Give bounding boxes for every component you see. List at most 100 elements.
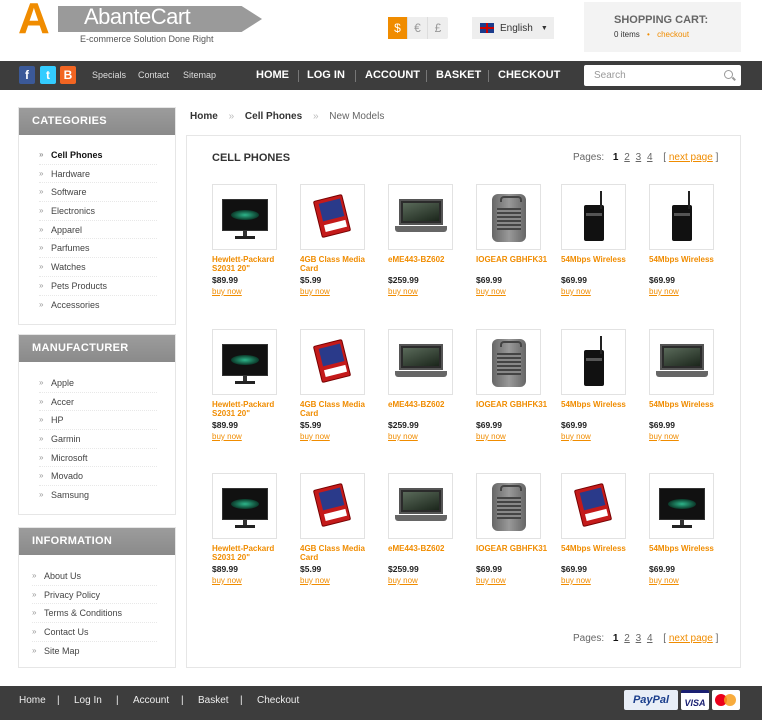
buy-now-link[interactable]: buy now xyxy=(561,287,639,296)
product-name[interactable]: 54Mbps Wireless xyxy=(649,400,727,419)
product-name[interactable]: Hewlett-Packard S2031 20" xyxy=(212,544,290,563)
category-item[interactable]: Parfumes xyxy=(39,239,157,259)
product-name[interactable]: eME443-BZ602 xyxy=(388,255,466,274)
product-thumbnail[interactable] xyxy=(476,473,541,539)
buy-now-link[interactable]: buy now xyxy=(476,432,554,441)
product-name[interactable]: Hewlett-Packard S2031 20" xyxy=(212,255,290,274)
product-name[interactable]: IOGEAR GBHFK31 xyxy=(476,544,554,563)
product-name[interactable]: 4GB Class Media Card xyxy=(300,544,378,563)
footer-basket[interactable]: Basket xyxy=(198,686,229,715)
category-item[interactable]: Electronics xyxy=(39,202,157,221)
breadcrumb-category[interactable]: Cell Phones xyxy=(245,111,302,122)
buy-now-link[interactable]: buy now xyxy=(300,432,378,441)
product-thumbnail[interactable] xyxy=(212,473,277,539)
product-name[interactable]: 54Mbps Wireless xyxy=(649,255,727,274)
manufacturer-item[interactable]: Movado xyxy=(39,467,157,487)
buy-now-link[interactable]: buy now xyxy=(300,287,378,296)
product-thumbnail[interactable] xyxy=(388,329,453,395)
buy-now-link[interactable]: buy now xyxy=(212,287,290,296)
footer-checkout[interactable]: Checkout xyxy=(257,686,299,715)
nav-login[interactable]: LOG IN xyxy=(307,61,345,90)
nav-basket[interactable]: BASKET xyxy=(436,61,481,90)
product-name[interactable]: 54Mbps Wireless xyxy=(561,255,639,274)
page-link[interactable]: 2 xyxy=(624,152,630,163)
nav-checkout[interactable]: CHECKOUT xyxy=(498,61,560,90)
language-selector[interactable]: English ▼ xyxy=(472,17,554,39)
buy-now-link[interactable]: buy now xyxy=(561,432,639,441)
buy-now-link[interactable]: buy now xyxy=(476,576,554,585)
product-thumbnail[interactable] xyxy=(476,184,541,250)
product-name[interactable]: IOGEAR GBHFK31 xyxy=(476,400,554,419)
product-thumbnail[interactable] xyxy=(476,329,541,395)
manufacturer-item[interactable]: Samsung xyxy=(39,486,157,505)
product-thumbnail[interactable] xyxy=(388,184,453,250)
buy-now-link[interactable]: buy now xyxy=(212,432,290,441)
page-link[interactable]: 1 xyxy=(613,633,619,644)
footer-home[interactable]: Home xyxy=(19,686,46,715)
next-page-link[interactable]: next page xyxy=(669,152,713,163)
blogger-icon[interactable]: B xyxy=(60,66,76,84)
product-name[interactable]: 54Mbps Wireless xyxy=(561,400,639,419)
product-thumbnail[interactable] xyxy=(388,473,453,539)
shopping-cart-box[interactable]: SHOPPING CART: 0 items • checkout xyxy=(584,2,741,52)
product-thumbnail[interactable] xyxy=(649,329,714,395)
currency-usd[interactable]: $ xyxy=(388,17,408,39)
product-name[interactable]: IOGEAR GBHFK31 xyxy=(476,255,554,274)
category-item[interactable]: Software xyxy=(39,183,157,203)
page-link[interactable]: 2 xyxy=(624,633,630,644)
information-item[interactable]: Site Map xyxy=(32,642,157,661)
information-item[interactable]: Privacy Policy xyxy=(32,586,157,605)
product-thumbnail[interactable] xyxy=(561,329,626,395)
footer-login[interactable]: Log In xyxy=(74,686,102,715)
next-page-link[interactable]: next page xyxy=(669,633,713,644)
currency-gbp[interactable]: £ xyxy=(428,17,448,39)
product-name[interactable]: 4GB Class Media Card xyxy=(300,255,378,274)
page-link[interactable]: 4 xyxy=(647,633,653,644)
buy-now-link[interactable]: buy now xyxy=(649,287,727,296)
product-thumbnail[interactable] xyxy=(212,329,277,395)
search-input[interactable]: Search xyxy=(584,65,741,86)
product-thumbnail[interactable] xyxy=(300,473,365,539)
manufacturer-item[interactable]: Apple xyxy=(39,374,157,393)
page-link[interactable]: 4 xyxy=(647,152,653,163)
category-item[interactable]: Pets Products xyxy=(39,277,157,296)
page-link[interactable]: 3 xyxy=(636,152,642,163)
category-item[interactable]: Accessories xyxy=(39,296,157,315)
product-thumbnail[interactable] xyxy=(300,329,365,395)
page-link[interactable]: 1 xyxy=(613,152,619,163)
buy-now-link[interactable]: buy now xyxy=(388,576,466,585)
site-logo[interactable]: A AbanteCart E-commerce Solution Done Ri… xyxy=(18,0,262,48)
information-item[interactable]: About Us xyxy=(32,567,157,586)
manufacturer-item[interactable]: Microsoft xyxy=(39,449,157,468)
buy-now-link[interactable]: buy now xyxy=(561,576,639,585)
buy-now-link[interactable]: buy now xyxy=(649,432,727,441)
category-item[interactable]: Apparel xyxy=(39,221,157,240)
product-name[interactable]: eME443-BZ602 xyxy=(388,544,466,563)
buy-now-link[interactable]: buy now xyxy=(300,576,378,585)
product-name[interactable]: 54Mbps Wireless xyxy=(561,544,639,563)
buy-now-link[interactable]: buy now xyxy=(476,287,554,296)
category-item[interactable]: Cell Phones xyxy=(39,146,157,165)
product-thumbnail[interactable] xyxy=(561,184,626,250)
product-thumbnail[interactable] xyxy=(300,184,365,250)
product-thumbnail[interactable] xyxy=(649,184,714,250)
buy-now-link[interactable]: buy now xyxy=(388,287,466,296)
product-name[interactable]: eME443-BZ602 xyxy=(388,400,466,419)
manufacturer-item[interactable]: Garmin xyxy=(39,430,157,449)
product-thumbnail[interactable] xyxy=(212,184,277,250)
manufacturer-item[interactable]: Accer xyxy=(39,393,157,412)
manufacturer-item[interactable]: HP xyxy=(39,411,157,431)
product-name[interactable]: 4GB Class Media Card xyxy=(300,400,378,419)
buy-now-link[interactable]: buy now xyxy=(212,576,290,585)
nav-sitemap[interactable]: Sitemap xyxy=(183,61,216,90)
twitter-icon[interactable]: t xyxy=(40,66,56,84)
nav-contact[interactable]: Contact xyxy=(138,61,169,90)
buy-now-link[interactable]: buy now xyxy=(388,432,466,441)
nav-specials[interactable]: Specials xyxy=(92,61,126,90)
product-name[interactable]: Hewlett-Packard S2031 20" xyxy=(212,400,290,419)
information-item[interactable]: Terms & Conditions xyxy=(32,604,157,624)
currency-eur[interactable]: € xyxy=(408,17,428,39)
footer-account[interactable]: Account xyxy=(133,686,169,715)
facebook-icon[interactable]: f xyxy=(19,66,35,84)
search-icon[interactable] xyxy=(724,70,733,79)
